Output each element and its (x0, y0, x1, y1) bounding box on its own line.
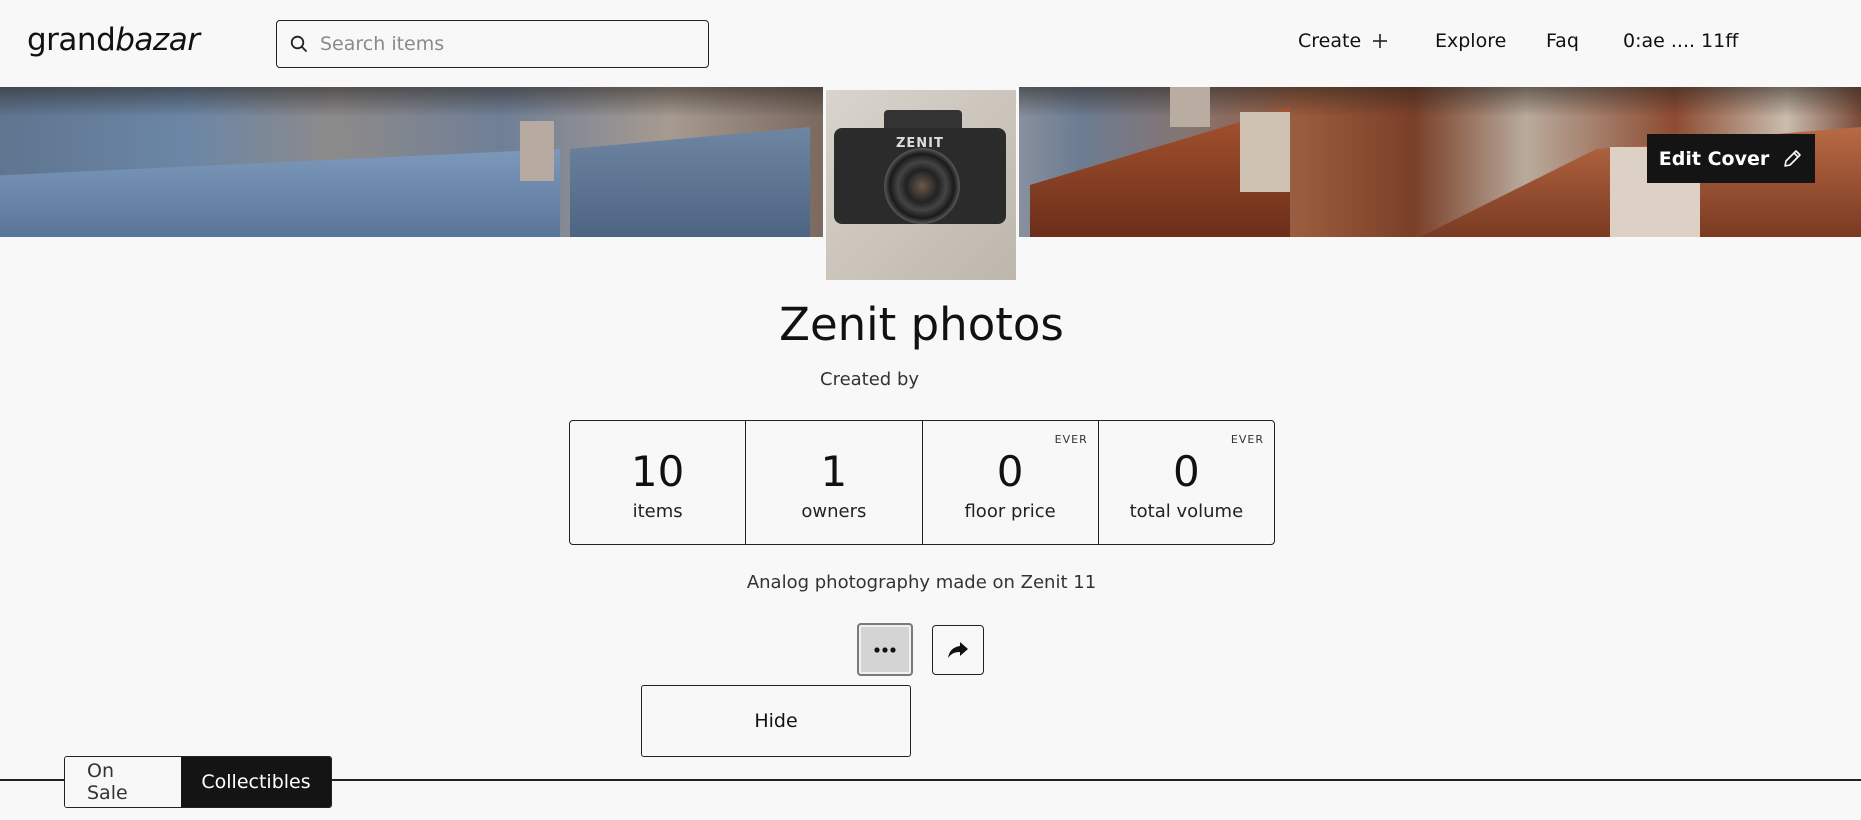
wallet-address[interactable]: 0:ae .... 11ff (1623, 30, 1738, 52)
stat-owners: 1 owners (746, 421, 923, 544)
search-icon (290, 35, 308, 53)
created-by-text: Created by (820, 369, 920, 390)
collection-avatar: ZENIT (823, 87, 1019, 282)
edit-cover-label: Edit Cover (1658, 147, 1770, 170)
tab-collectibles[interactable]: Collectibles (181, 757, 331, 807)
stat-badge: EVER (1230, 433, 1264, 446)
stat-label: items (632, 501, 683, 522)
stats-panel: 10 items 1 owners EVER 0 floor price EVE… (569, 420, 1275, 545)
search-box[interactable] (276, 20, 709, 68)
hide-menu-item[interactable]: Hide (641, 685, 911, 757)
share-button[interactable] (932, 625, 984, 675)
logo-suffix: bazar (115, 22, 200, 58)
tab-on-sale[interactable]: On Sale (65, 757, 181, 807)
search-input[interactable] (320, 33, 690, 55)
more-options-button[interactable] (857, 623, 913, 676)
cover-roof-shape (570, 127, 810, 237)
stat-total-volume: EVER 0 total volume (1099, 421, 1274, 544)
collection-tabs: On Sale Collectibles (64, 756, 332, 808)
site-logo[interactable]: grandbazar (27, 22, 200, 58)
cover-chimney-shape (1170, 87, 1210, 127)
stat-label: owners (801, 501, 867, 522)
stat-value: 1 (820, 447, 848, 496)
cover-chimney-shape (1240, 112, 1290, 192)
cover-roof-shape (0, 149, 560, 237)
stat-value: 0 (1173, 447, 1200, 496)
camera-lens-shape (884, 148, 960, 224)
camera-photo: ZENIT (826, 90, 1016, 280)
stat-value: 10 (630, 447, 685, 496)
stat-floor-price: EVER 0 floor price (923, 421, 1099, 544)
pencil-icon (1784, 149, 1802, 167)
stat-value: 0 (996, 447, 1024, 496)
stat-label: total volume (1129, 501, 1244, 522)
nav-create[interactable]: Create (1298, 30, 1389, 52)
stat-items: 10 items (570, 421, 747, 544)
nav-create-label: Create (1298, 30, 1362, 52)
plus-icon (1373, 34, 1388, 48)
cover-chimney-shape (520, 121, 554, 181)
collection-title: Zenit photos (779, 298, 1064, 351)
nav-explore[interactable]: Explore (1435, 30, 1506, 52)
logo-prefix: grand (27, 22, 116, 58)
share-arrow-icon (948, 642, 968, 658)
top-header: grandbazar Create Explore Faq 0:ae .... … (0, 0, 1861, 87)
stat-badge: EVER (1054, 433, 1088, 446)
stat-label: floor price (964, 501, 1056, 522)
edit-cover-button[interactable]: Edit Cover (1647, 134, 1815, 183)
nav-faq[interactable]: Faq (1546, 30, 1579, 52)
ellipsis-icon (874, 646, 896, 653)
collection-description: Analog photography made on Zenit 11 (746, 572, 1097, 593)
